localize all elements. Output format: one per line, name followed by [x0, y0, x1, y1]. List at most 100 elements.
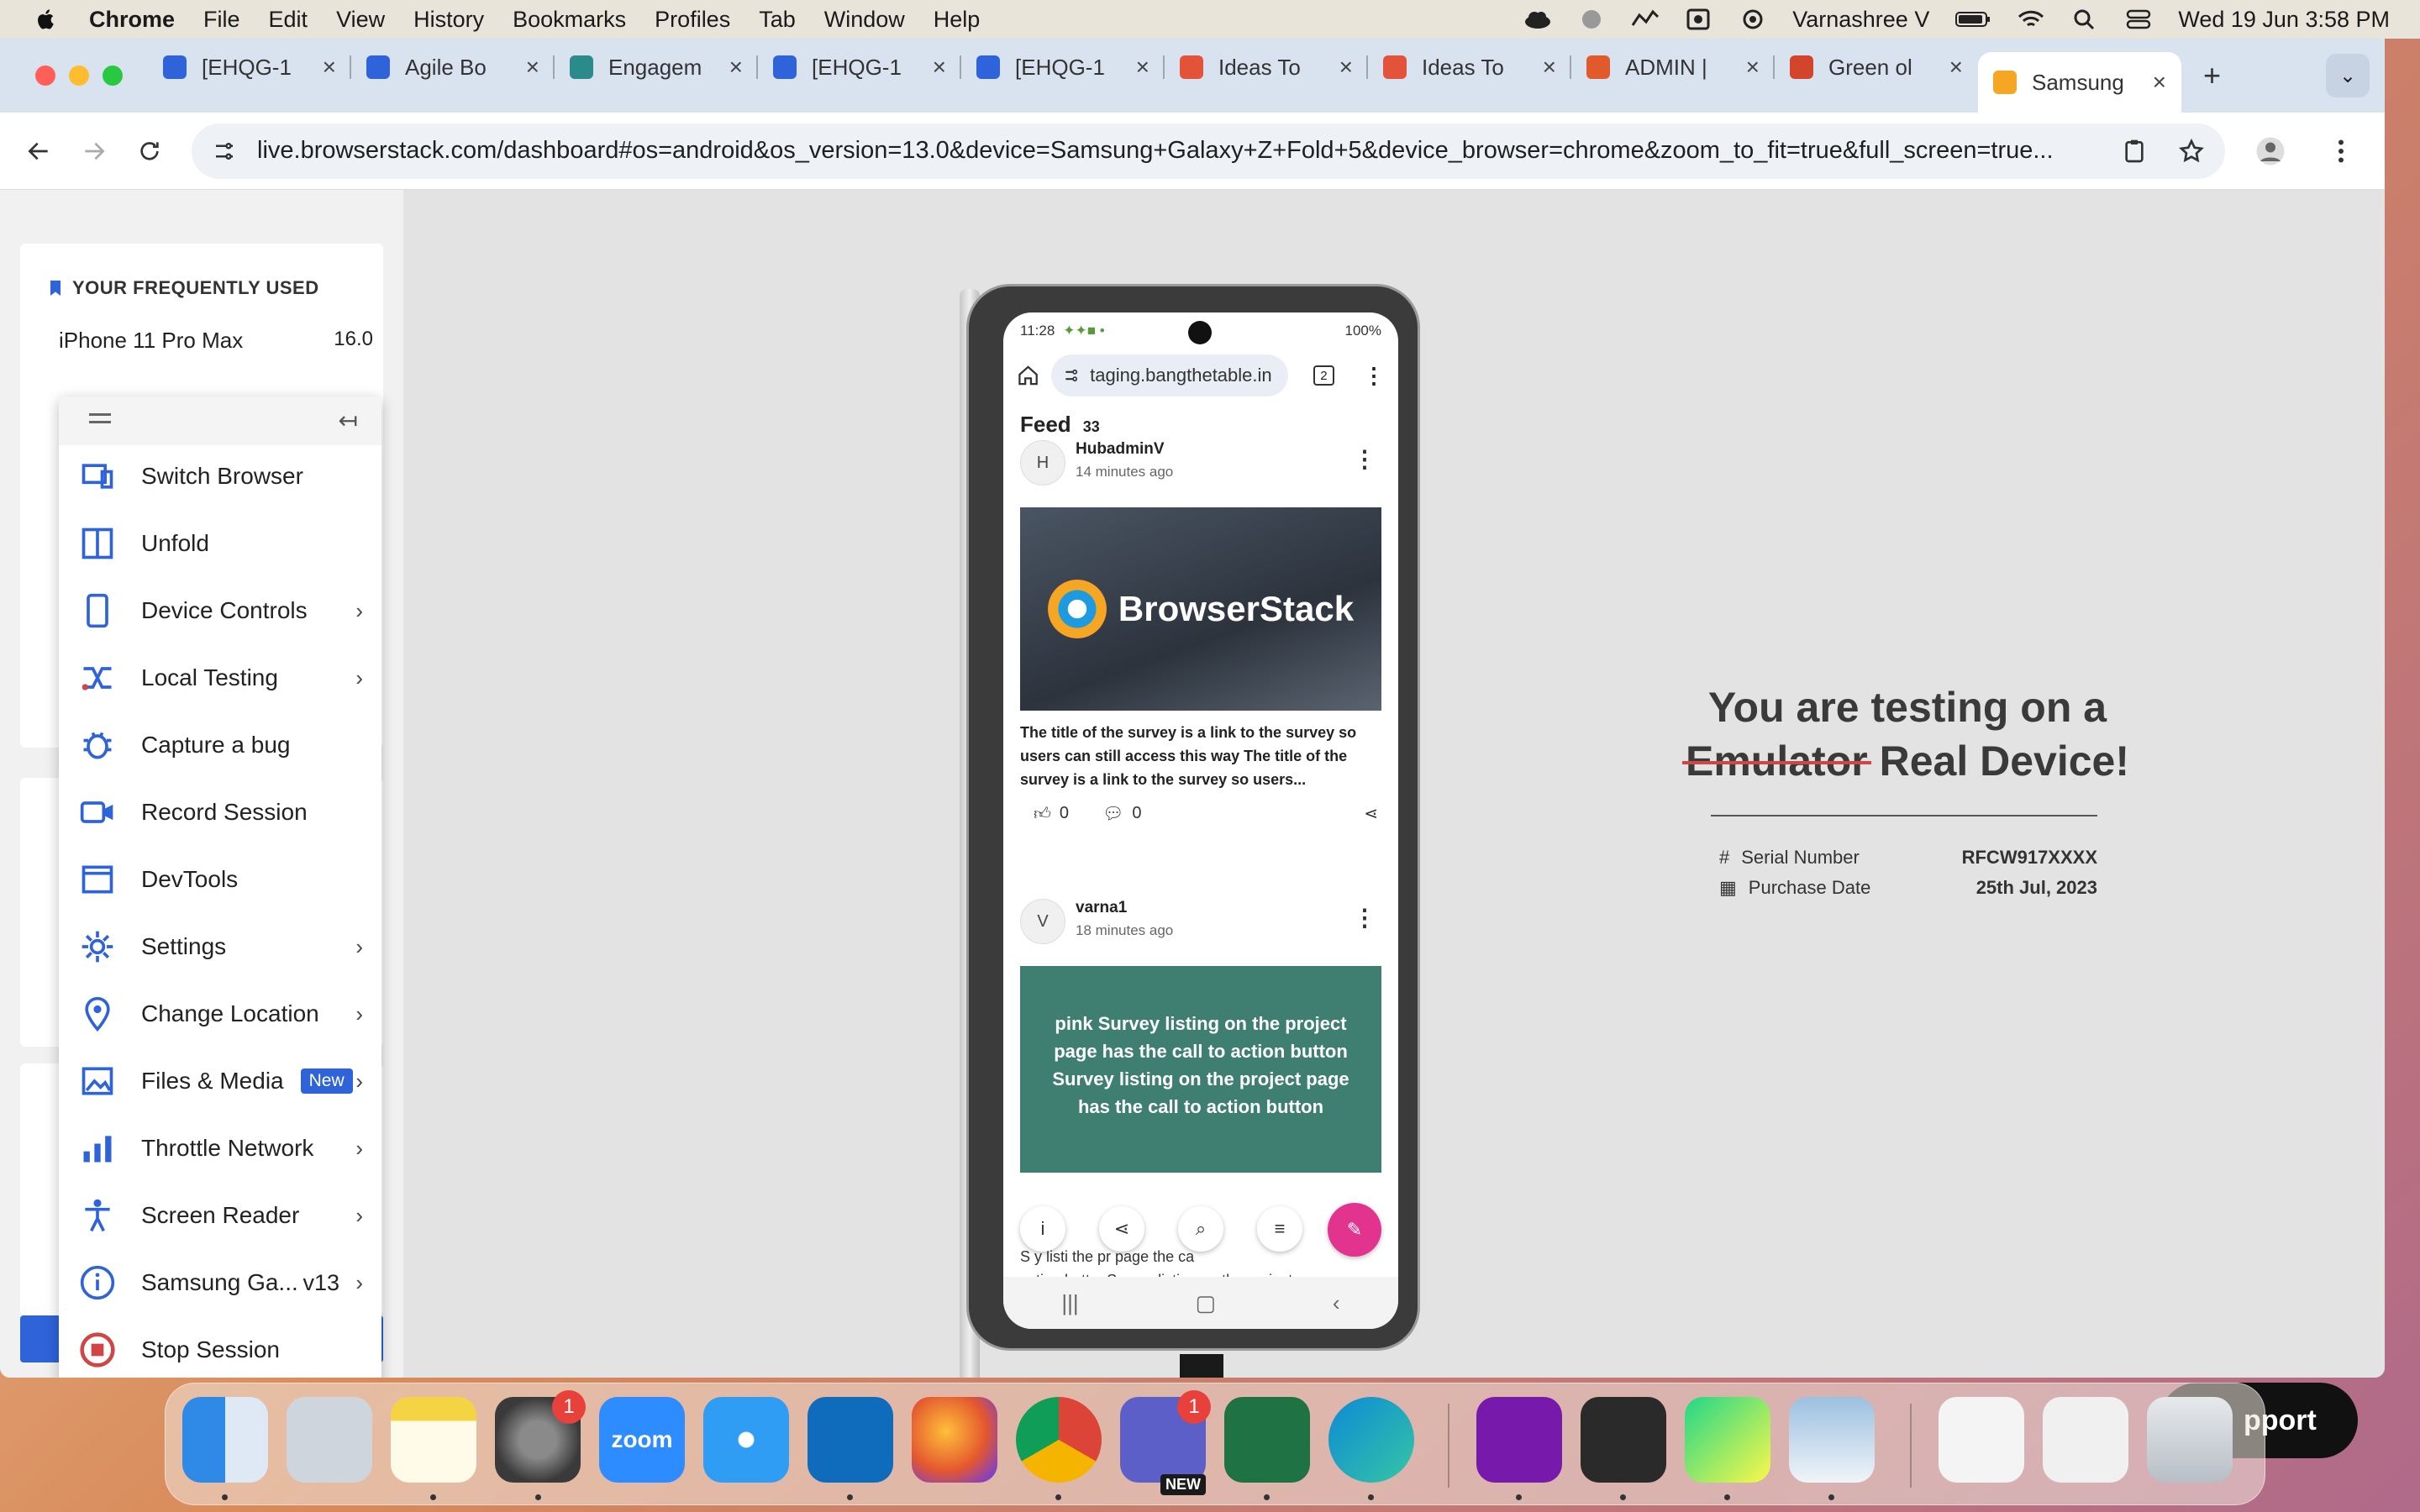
menu-item-change-location[interactable]: Change Location ›	[59, 983, 381, 1045]
menu-app-name[interactable]: Chrome	[89, 7, 175, 33]
close-tab-icon[interactable]: ×	[1949, 54, 1963, 81]
menu-edit[interactable]: Edit	[269, 7, 308, 33]
menu-item-throttle-network[interactable]: Throttle Network ›	[59, 1117, 381, 1179]
preview-icon[interactable]	[1789, 1397, 1875, 1483]
close-tab-icon[interactable]: ×	[1543, 54, 1556, 81]
close-tab-icon[interactable]: ×	[933, 54, 946, 81]
menu-bookmarks[interactable]: Bookmarks	[513, 7, 626, 33]
menu-help[interactable]: Help	[934, 7, 981, 33]
phone-url-pill[interactable]: taging.bangthetable.in	[1051, 354, 1288, 396]
close-tab-icon[interactable]: ×	[1339, 54, 1353, 81]
info-fab-icon[interactable]: i	[1020, 1206, 1065, 1252]
control-center-icon[interactable]	[2124, 8, 2153, 30]
chrome-dock-icon[interactable]	[1016, 1397, 1102, 1483]
post-survey-card[interactable]: pink Survey listing on the project page …	[1020, 966, 1381, 1173]
device-row-iphone[interactable]: iPhone 11 Pro Max 16.0	[50, 328, 373, 354]
browser-tab[interactable]: Green ol ×	[1775, 42, 1978, 92]
new-tab-button[interactable]: +	[2203, 58, 2221, 93]
search-fab-icon[interactable]: ⌕	[1178, 1206, 1223, 1252]
edge-icon[interactable]	[1328, 1397, 1414, 1483]
comment-icon[interactable]: 💬︎	[1102, 803, 1123, 824]
notes-icon[interactable]	[391, 1397, 476, 1483]
close-tab-icon[interactable]: ×	[1746, 54, 1760, 81]
activity-icon[interactable]	[1631, 8, 1660, 30]
browser-tab[interactable]: [EHQG-1 ×	[758, 42, 961, 92]
menu-item-stop-session[interactable]: Stop Session	[59, 1319, 381, 1378]
excel-icon[interactable]	[1224, 1397, 1310, 1483]
forward-button[interactable]	[77, 134, 111, 168]
phone-screen[interactable]: 11:28 ✦✦■ • 100% taging.bangthetable.in …	[1003, 312, 1398, 1329]
drag-handle-icon[interactable]	[89, 413, 111, 423]
post-image[interactable]: BrowserStack	[1020, 507, 1381, 711]
launchpad-icon[interactable]	[287, 1397, 372, 1483]
cloud-icon[interactable]	[1523, 8, 1552, 30]
menu-item-samsung-ga[interactable]: Samsung Ga... v13 ›	[59, 1252, 381, 1314]
phone-menu-icon[interactable]: ⋮	[1363, 363, 1385, 389]
close-window-button[interactable]	[35, 66, 55, 86]
close-tab-icon[interactable]: ×	[729, 54, 743, 81]
menu-window[interactable]: Window	[824, 7, 905, 33]
onenote-icon[interactable]	[1476, 1397, 1562, 1483]
compose-fab-icon[interactable]: ✎	[1328, 1203, 1381, 1257]
post-more-icon[interactable]: ⋮	[1353, 445, 1376, 473]
post-more-icon[interactable]: ⋮	[1353, 904, 1376, 932]
minimize-window-button[interactable]	[69, 66, 89, 86]
site-info-icon[interactable]	[212, 139, 237, 164]
reload-button[interactable]	[133, 134, 166, 168]
clipboard-icon[interactable]	[2121, 138, 2148, 165]
post-author[interactable]: varna1	[1076, 899, 1127, 917]
address-bar[interactable]: live.browserstack.com/dashboard#os=andro…	[192, 123, 2225, 179]
browser-tab[interactable]: Ideas To ×	[1368, 42, 1571, 92]
tab-search-button[interactable]: ⌄	[2326, 54, 2370, 97]
zoom-icon[interactable]: zoom	[599, 1397, 685, 1483]
browser-tab[interactable]: Engagem ×	[555, 42, 758, 92]
wifi-icon[interactable]	[2017, 8, 2045, 30]
recents-icon[interactable]: |||	[1061, 1290, 1078, 1316]
post-text[interactable]: The title of the survey is a link to the…	[1020, 721, 1381, 791]
browser-tab[interactable]: ADMIN | ×	[1571, 42, 1775, 92]
menu-item-files-media[interactable]: Files & Media New ›	[59, 1050, 381, 1112]
browser-tab[interactable]: Agile Bo ×	[351, 42, 555, 92]
menu-view[interactable]: View	[336, 7, 385, 33]
phone-tab-count[interactable]: 2	[1313, 365, 1335, 386]
close-tab-icon[interactable]: ×	[526, 54, 539, 81]
maximize-window-button[interactable]	[103, 66, 123, 86]
share-icon[interactable]: ⋖	[1364, 803, 1378, 824]
like-icon[interactable]: 👍︎	[1034, 804, 1051, 824]
outlook-menubar-icon[interactable]	[1685, 8, 1713, 30]
document-icon[interactable]	[1939, 1397, 2024, 1483]
bookmark-star-icon[interactable]	[2178, 138, 2205, 165]
menu-item-switch-browser[interactable]: Switch Browser	[59, 445, 381, 507]
menu-item-unfold[interactable]: Unfold	[59, 512, 381, 575]
android-back-icon[interactable]: ‹	[1333, 1290, 1340, 1316]
share-fab-icon[interactable]: ⋖	[1099, 1206, 1144, 1252]
clock[interactable]: Wed 19 Jun 3:58 PM	[2178, 7, 2390, 33]
finder-icon[interactable]	[182, 1397, 268, 1483]
menu-profiles[interactable]: Profiles	[655, 7, 730, 33]
back-button[interactable]	[22, 134, 55, 168]
outlook-icon[interactable]	[808, 1397, 893, 1483]
menu-item-devtools[interactable]: DevTools	[59, 848, 381, 911]
openai-icon[interactable]	[1739, 8, 1767, 30]
menu-item-settings[interactable]: Settings ›	[59, 916, 381, 978]
avatar[interactable]: H	[1020, 440, 1065, 486]
safari-icon[interactable]	[703, 1397, 789, 1483]
avatar[interactable]: V	[1020, 899, 1065, 944]
downloads-stack-icon[interactable]	[2043, 1397, 2128, 1483]
menu-file[interactable]: File	[203, 7, 240, 33]
browser-tab[interactable]: [EHQG-1 ×	[148, 42, 351, 92]
user-name[interactable]: Varnashree V	[1792, 7, 1929, 33]
url-text[interactable]: live.browserstack.com/dashboard#os=andro…	[257, 137, 2104, 165]
post-author[interactable]: HubadminV	[1076, 440, 1165, 459]
browser-tab[interactable]: Ideas To ×	[1165, 42, 1368, 92]
browser-tab[interactable]: Samsung ×	[1978, 52, 2181, 113]
chrome-menu-icon[interactable]	[2326, 136, 2356, 166]
home-icon[interactable]	[1017, 364, 1039, 387]
filter-fab-icon[interactable]: ≡	[1257, 1206, 1302, 1252]
close-tab-icon[interactable]: ×	[323, 54, 336, 81]
battery-icon[interactable]	[1954, 8, 1991, 30]
spotlight-search-icon[interactable]	[2070, 8, 2099, 30]
quicktime-icon[interactable]	[1581, 1397, 1666, 1483]
trash-icon[interactable]	[2147, 1397, 2233, 1483]
menu-item-screen-reader[interactable]: Screen Reader ›	[59, 1184, 381, 1247]
